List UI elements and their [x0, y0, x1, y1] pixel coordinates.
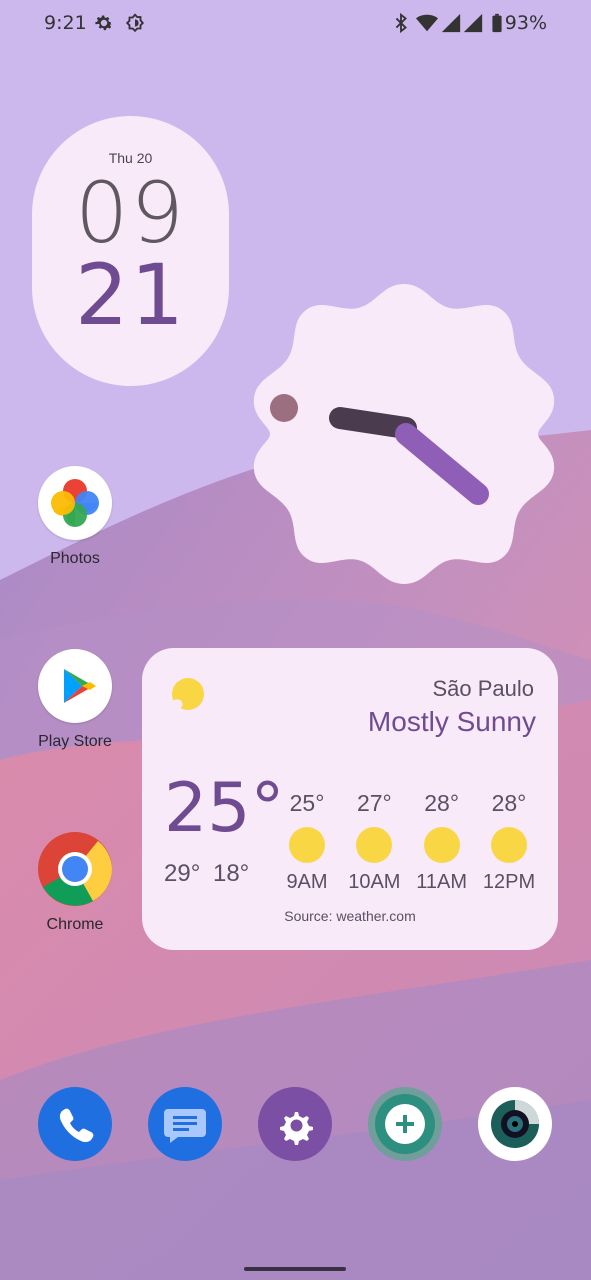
add-chat-icon	[375, 1094, 435, 1154]
clock-widget[interactable]: Thu 20 09 21	[32, 116, 229, 386]
app-chrome[interactable]: Chrome	[20, 832, 130, 934]
sun-icon	[423, 827, 460, 863]
dock-camera[interactable]	[478, 1087, 552, 1161]
battery-percent: 93%	[504, 12, 547, 34]
gear-icon	[95, 15, 113, 31]
hourly-item: 25° 9AM	[276, 790, 338, 900]
app-play-store[interactable]: Play Store	[20, 649, 130, 751]
sun-icon	[289, 827, 325, 863]
dock-phone[interactable]	[38, 1087, 112, 1161]
app-photos[interactable]: Photos	[20, 466, 130, 568]
weather-city: São Paulo	[432, 676, 534, 701]
status-time: 9:21	[44, 12, 87, 34]
current-temp: 25°	[164, 769, 285, 848]
dock-settings[interactable]	[258, 1087, 332, 1161]
hourly-time: 11AM	[416, 871, 468, 893]
hourly-temp: 27°	[356, 790, 392, 816]
signal-icon-2	[463, 13, 483, 33]
play-store-icon	[38, 649, 112, 723]
low-temp: 18°	[212, 860, 250, 887]
hourly-item: 27° 10AM	[343, 790, 405, 900]
hourly-time: 12PM	[482, 871, 536, 893]
bluetooth-icon	[395, 12, 407, 34]
hourly-temp: 25°	[289, 790, 325, 816]
dock-add-chat[interactable]	[368, 1087, 442, 1161]
gesture-nav-bar[interactable]	[244, 1267, 346, 1271]
hourly-time: 9AM	[286, 871, 328, 893]
clock-hour: 09	[75, 164, 186, 262]
weather-source: Source: weather.com	[284, 908, 416, 924]
hourly-item: 28° 12PM	[478, 790, 540, 900]
hourly-temp: 28°	[491, 790, 527, 816]
second-dot	[270, 394, 298, 422]
hourly-time: 10AM	[348, 871, 401, 893]
app-label: Chrome	[46, 916, 104, 933]
app-label: Play Store	[38, 733, 112, 750]
dock-messages[interactable]	[148, 1087, 222, 1161]
wifi-icon	[416, 14, 438, 32]
messages-icon	[164, 1109, 206, 1143]
phone-icon	[59, 1108, 94, 1143]
weather-condition: Mostly Sunny	[367, 706, 536, 737]
camera-icon	[491, 1100, 539, 1148]
weather-sun-icon	[170, 678, 204, 710]
signal-icon	[441, 13, 461, 33]
hour-hand	[329, 407, 417, 439]
brightness-icon	[125, 13, 145, 33]
app-label: Photos	[50, 550, 100, 567]
high-temp: 29°	[164, 860, 201, 887]
hourly-forecast: 25° 9AM 27° 10AM 28° 11AM 28° 12PM	[276, 790, 540, 900]
photos-icon	[38, 466, 112, 540]
clock-minute: 21	[75, 246, 186, 344]
sun-icon	[490, 827, 527, 863]
status-bar: 9:21 93%	[0, 0, 591, 48]
settings-icon	[280, 1112, 313, 1145]
analog-clock-widget[interactable]	[250, 280, 558, 588]
hourly-temp: 28°	[424, 790, 460, 816]
weather-widget[interactable]: São Paulo Mostly Sunny 25° 29° 18° 25° 9…	[142, 648, 558, 950]
sun-icon	[356, 827, 393, 863]
chrome-icon	[38, 832, 112, 906]
high-low-temp: 29° 18°	[164, 860, 249, 888]
hourly-item: 28° 11AM	[411, 790, 473, 900]
